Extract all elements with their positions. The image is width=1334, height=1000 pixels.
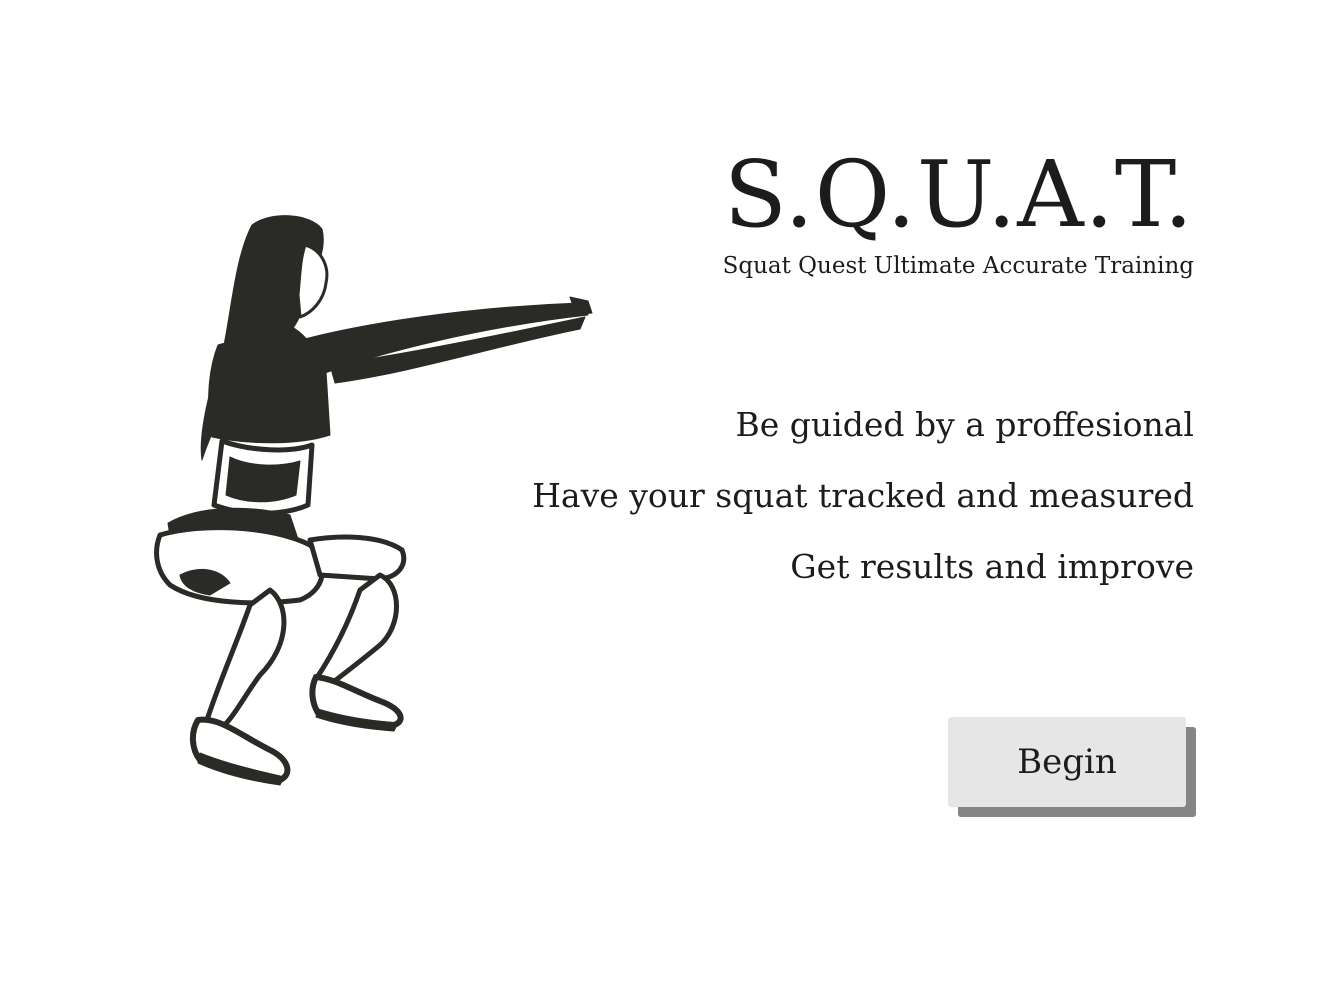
feature-item-guidance: Be guided by a proffesional xyxy=(735,405,1194,444)
app-subtitle: Squat Quest Ultimate Accurate Training xyxy=(722,253,1194,279)
app-title: S.Q.U.A.T. xyxy=(723,141,1194,248)
welcome-screen: S.Q.U.A.T. Squat Quest Ultimate Accurate… xyxy=(0,0,1334,1000)
feature-item-tracking: Have your squat tracked and measured xyxy=(532,476,1194,515)
feature-item-results: Get results and improve xyxy=(790,547,1194,586)
feature-list: Be guided by a proffesional Have your sq… xyxy=(532,405,1194,618)
brand-header: S.Q.U.A.T. Squat Quest Ultimate Accurate… xyxy=(723,140,1194,280)
begin-button[interactable]: Begin xyxy=(948,717,1186,807)
begin-button-container: Begin xyxy=(948,717,1196,817)
